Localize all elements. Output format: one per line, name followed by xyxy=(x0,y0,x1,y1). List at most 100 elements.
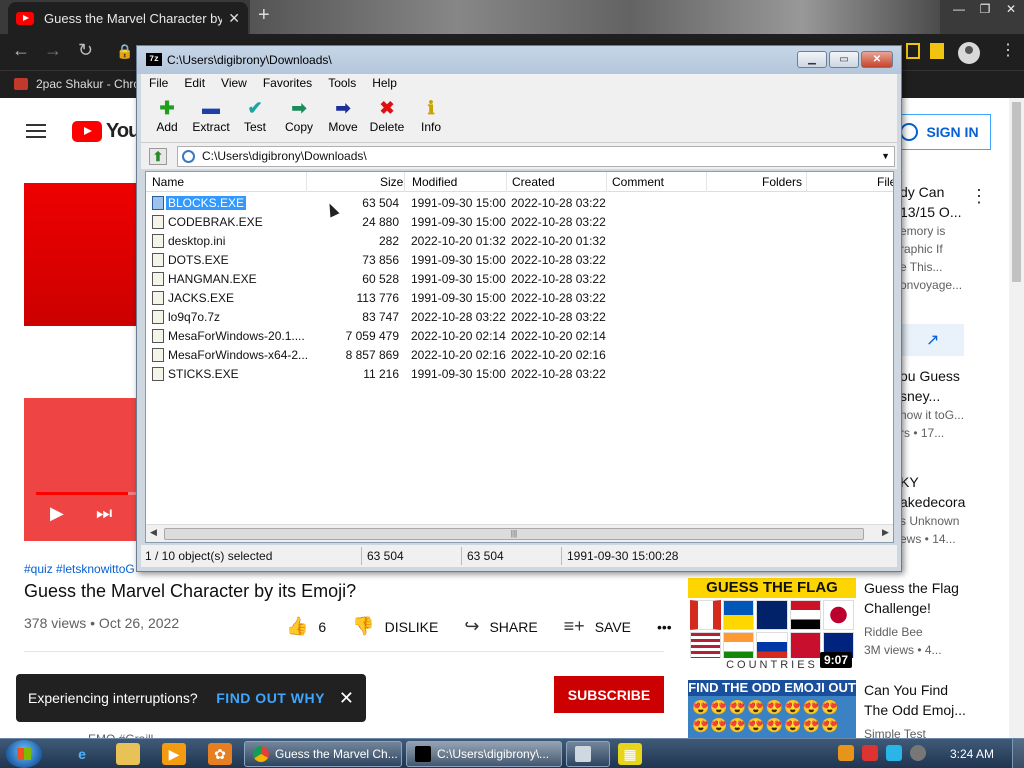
menu-favorites[interactable]: Favorites xyxy=(255,74,320,92)
flag-video-title[interactable]: Guess the Flag Challenge! xyxy=(864,578,984,618)
file-row[interactable]: HANGMAN.EXE 60 528 1991-09-30 15:00 2022-10… xyxy=(146,270,893,289)
column-created[interactable]: Created xyxy=(512,175,555,189)
column-separator[interactable] xyxy=(606,172,607,192)
save-button[interactable]: ≡+ SAVE xyxy=(564,616,631,637)
toolbar-copy-button[interactable]: ➡ Copy xyxy=(281,92,317,142)
forward-icon[interactable]: → xyxy=(44,40,62,61)
tab-close-icon[interactable]: ✕ xyxy=(228,10,240,27)
emoji-video-thumbnail[interactable]: FIND THE ODD EMOJI OUT 😍😍😍😍😍😍😍😍 😍😍😍😍😍😍😍😍 xyxy=(688,680,856,738)
toolbar-test-button[interactable]: ✔ Test xyxy=(237,92,273,142)
file-row[interactable]: BLOCKS.EXE 63 504 1991-09-30 15:00 2022-10-… xyxy=(146,194,893,213)
column-separator[interactable] xyxy=(706,172,707,192)
scrollbar-thumb[interactable] xyxy=(1012,102,1021,282)
toolbar-extract-button[interactable]: ▬ Extract xyxy=(192,92,229,142)
menu-tools[interactable]: Tools xyxy=(320,74,364,92)
open-external-button[interactable]: ↗ xyxy=(900,324,964,356)
search-tray-icon[interactable] xyxy=(838,745,854,761)
taskbar-clock[interactable]: 3:24 AM xyxy=(950,747,994,761)
extension-icon[interactable] xyxy=(906,43,920,59)
file-row[interactable]: MesaForWindows-20.1.... 7 059 479 2022-10-… xyxy=(146,327,893,346)
play-icon[interactable]: ▶ xyxy=(50,503,64,524)
close-icon[interactable]: ✕ xyxy=(998,0,1024,18)
column-modified[interactable]: Modified xyxy=(412,175,457,189)
extension-icon-2[interactable] xyxy=(930,43,944,59)
app-grid-icon[interactable]: ▦ xyxy=(618,743,642,765)
taskbar-7zip[interactable]: C:\Users\digibrony\... xyxy=(406,741,562,767)
menu-help[interactable]: Help xyxy=(364,74,405,92)
restore-icon[interactable]: ❐ xyxy=(972,0,998,18)
scrollbar-thumb[interactable]: ||| xyxy=(164,528,864,540)
internet-explorer-icon[interactable]: e xyxy=(70,743,94,765)
page-scrollbar[interactable] xyxy=(1009,98,1024,738)
file-row[interactable]: desktop.ini 282 2022-10-20 01:32 2022-10-20… xyxy=(146,232,893,251)
up-folder-icon[interactable]: ⬆ xyxy=(149,148,167,165)
rec-item-1[interactable]: dy Can 13/15 O... emory is raphic If e T… xyxy=(900,182,1009,294)
column-files[interactable]: File xyxy=(877,175,893,189)
taskbar-window[interactable] xyxy=(566,741,610,767)
paint-icon[interactable]: ✿ xyxy=(208,743,232,765)
menu-edit[interactable]: Edit xyxy=(176,74,213,92)
address-dropdown-icon[interactable]: ▼ xyxy=(881,147,890,166)
taskbar-chrome[interactable]: Guess the Marvel Ch... xyxy=(244,741,402,767)
hamburger-menu-icon[interactable] xyxy=(26,124,46,138)
file-row[interactable]: JACKS.EXE 113 776 1991-09-30 15:00 2022-10-… xyxy=(146,289,893,308)
video-hashtags[interactable]: #quiz #letsknowittoG xyxy=(24,562,135,576)
menu-file[interactable]: File xyxy=(141,74,176,92)
flag-video-channel[interactable]: Riddle Bee xyxy=(864,625,923,639)
scroll-right-icon[interactable]: ▶ xyxy=(882,527,889,538)
new-tab-button[interactable]: + xyxy=(258,4,270,27)
file-row[interactable]: STICKS.EXE 11 216 1991-09-30 15:00 2022-10-… xyxy=(146,365,893,384)
subscribe-button[interactable]: SUBSCRIBE xyxy=(554,676,664,713)
address-field[interactable]: C:\Users\digibrony\Downloads\ ▼ xyxy=(177,146,895,167)
maximize-button[interactable]: ▭ xyxy=(829,51,859,68)
menu-view[interactable]: View xyxy=(213,74,255,92)
file-row[interactable]: lo9q7o.7z 83 747 2022-10-28 03:22 2022-10-2… xyxy=(146,308,893,327)
minimize-icon[interactable]: — xyxy=(946,0,972,18)
minimize-button[interactable]: ▁ xyxy=(797,51,827,68)
reload-icon[interactable]: ↻ xyxy=(78,40,93,61)
volume-tray-icon[interactable] xyxy=(910,745,926,761)
toolbar-add-button[interactable]: ✚ Add xyxy=(149,92,185,142)
rec-item-2[interactable]: ou Guess sney... now it toG... rs • 17..… xyxy=(900,366,1009,442)
file-row[interactable]: CODEBRAK.EXE 24 880 1991-09-30 15:00 2022-1… xyxy=(146,213,893,232)
network-tray-icon[interactable] xyxy=(886,745,902,761)
flag-tray-icon[interactable] xyxy=(862,745,878,761)
more-actions-icon[interactable]: ••• xyxy=(657,619,672,635)
column-folders[interactable]: Folders xyxy=(762,175,802,189)
toolbar-move-button[interactable]: ➡ Move xyxy=(325,92,361,142)
rec-item-3[interactable]: KY akedecora s Unknown ews • 14... xyxy=(900,472,1009,548)
profile-avatar[interactable] xyxy=(958,42,980,64)
media-player-icon[interactable]: ▶ xyxy=(162,743,186,765)
column-separator[interactable] xyxy=(806,172,807,192)
scroll-left-icon[interactable]: ◀ xyxy=(150,527,157,538)
like-button[interactable]: 👍 6 xyxy=(286,616,326,637)
file-row[interactable]: MesaForWindows-x64-2... 8 857 869 2022-10-… xyxy=(146,346,893,365)
column-size[interactable]: Size xyxy=(380,175,403,189)
start-button[interactable] xyxy=(6,740,42,768)
toolbar-delete-button[interactable]: ✖ Delete xyxy=(369,92,405,142)
show-desktop-button[interactable] xyxy=(1012,739,1024,768)
column-separator[interactable] xyxy=(404,172,405,192)
horizontal-scrollbar[interactable]: ◀ ||| ▶ xyxy=(146,524,893,542)
back-icon[interactable]: ← xyxy=(12,40,30,61)
toast-close-icon[interactable]: ✕ xyxy=(339,688,354,709)
next-icon[interactable]: ⏭ xyxy=(96,503,112,524)
share-button[interactable]: ↪ SHARE xyxy=(464,616,537,637)
dislike-button[interactable]: 👎 DISLIKE xyxy=(352,616,438,637)
bookmark-item[interactable]: 2pac Shakur - Chro xyxy=(14,77,140,91)
toolbar-info-button[interactable]: ℹ Info xyxy=(413,92,449,142)
column-separator[interactable] xyxy=(506,172,507,192)
find-out-why-link[interactable]: FIND OUT WHY xyxy=(216,690,325,706)
column-name[interactable]: Name xyxy=(152,175,184,189)
explorer-icon[interactable] xyxy=(116,743,140,765)
sign-in-button[interactable]: SIGN IN xyxy=(888,114,991,150)
column-comment[interactable]: Comment xyxy=(612,175,664,189)
browser-tab[interactable]: Guess the Marvel Character by its Emoji?… xyxy=(8,2,248,34)
emoji-video-title[interactable]: Can You Find The Odd Emoj... xyxy=(864,680,984,720)
close-button[interactable]: ✕ xyxy=(861,51,893,68)
file-row[interactable]: DOTS.EXE 73 856 1991-09-30 15:00 2022-10-28… xyxy=(146,251,893,270)
7zip-titlebar[interactable]: 7z C:\Users\digibrony\Downloads\ ▁ ▭ ✕ xyxy=(137,46,901,74)
flag-video-thumbnail[interactable]: GUESS THE FLAG COUNTRIES 9:07 xyxy=(688,578,856,672)
column-separator[interactable] xyxy=(306,172,307,192)
browser-menu-icon[interactable]: ⋮ xyxy=(1000,40,1016,60)
